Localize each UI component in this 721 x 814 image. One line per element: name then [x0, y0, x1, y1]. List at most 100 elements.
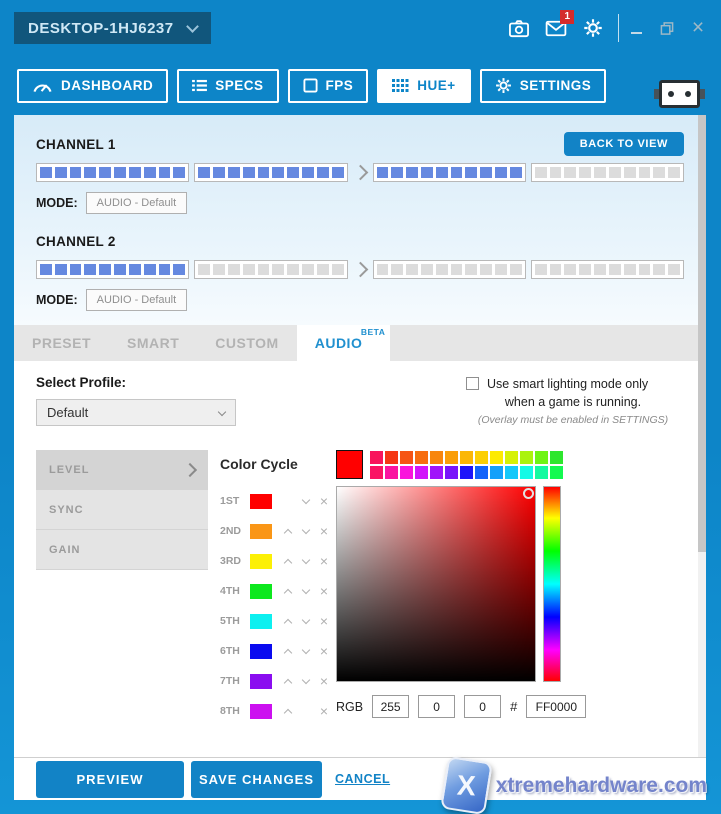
mode-tab-audio[interactable]: AUDIOBETA	[297, 325, 391, 361]
palette-swatch[interactable]	[475, 466, 488, 479]
tab-settings[interactable]: SETTINGS	[480, 69, 607, 103]
palette-swatch[interactable]	[430, 466, 443, 479]
remove-color-button[interactable]: ×	[315, 584, 333, 598]
palette-swatch[interactable]	[370, 451, 383, 464]
audio-menu-level[interactable]: LEVEL	[36, 450, 208, 490]
restore-button[interactable]	[660, 20, 674, 36]
led-strip[interactable]	[194, 260, 347, 279]
camera-icon[interactable]	[508, 17, 530, 39]
remove-color-button[interactable]: ×	[315, 524, 333, 538]
red-input[interactable]	[372, 695, 409, 718]
move-down-button[interactable]	[297, 589, 315, 593]
slot-color-swatch[interactable]	[250, 674, 272, 689]
hue-slider[interactable]	[543, 486, 561, 682]
move-down-button[interactable]	[297, 559, 315, 563]
green-input[interactable]	[418, 695, 455, 718]
mode-tab-preset[interactable]: PRESET	[14, 325, 109, 361]
palette-swatch[interactable]	[475, 451, 488, 464]
palette-swatch[interactable]	[400, 451, 413, 464]
device-selector[interactable]: DESKTOP-1HJ6237	[14, 12, 211, 44]
remove-color-button[interactable]: ×	[315, 614, 333, 628]
move-up-button[interactable]	[279, 677, 297, 686]
hex-input[interactable]	[526, 695, 586, 718]
palette-swatch[interactable]	[385, 466, 398, 479]
move-down-button[interactable]	[297, 499, 315, 503]
palette-swatch[interactable]	[460, 466, 473, 479]
remove-color-button[interactable]: ×	[315, 674, 333, 688]
close-button[interactable]: ×	[691, 20, 705, 36]
palette-swatch[interactable]	[520, 451, 533, 464]
led-strip[interactable]	[36, 260, 189, 279]
saturation-value-picker[interactable]	[336, 486, 536, 682]
remove-color-button[interactable]: ×	[315, 704, 333, 718]
led-strip[interactable]	[373, 163, 526, 182]
slot-color-swatch[interactable]	[250, 614, 272, 629]
slot-color-swatch[interactable]	[250, 494, 272, 509]
save-changes-button[interactable]: SAVE CHANGES	[191, 761, 322, 798]
slot-color-swatch[interactable]	[250, 644, 272, 659]
move-up-button[interactable]	[279, 587, 297, 596]
palette-swatch[interactable]	[415, 451, 428, 464]
slot-color-swatch[interactable]	[250, 704, 272, 719]
scrollbar-thumb[interactable]	[698, 115, 706, 552]
tab-fps[interactable]: FPS	[288, 69, 369, 103]
profile-dropdown[interactable]: Default	[36, 399, 236, 426]
tab-specs[interactable]: SPECS	[177, 69, 278, 103]
move-up-button[interactable]	[279, 527, 297, 536]
remove-color-button[interactable]: ×	[315, 494, 333, 508]
remove-color-button[interactable]: ×	[315, 644, 333, 658]
slot-color-swatch[interactable]	[250, 524, 272, 539]
move-down-button[interactable]	[297, 679, 315, 683]
palette-swatch[interactable]	[445, 451, 458, 464]
gear-icon[interactable]	[582, 17, 604, 39]
move-down-button[interactable]	[297, 649, 315, 653]
move-up-button[interactable]	[279, 557, 297, 566]
palette-swatch[interactable]	[505, 451, 518, 464]
palette-swatch[interactable]	[535, 451, 548, 464]
palette-swatch[interactable]	[445, 466, 458, 479]
palette-swatch[interactable]	[550, 451, 563, 464]
minimize-button[interactable]	[629, 20, 643, 36]
led-segment	[129, 167, 141, 178]
cancel-link[interactable]: CANCEL	[335, 772, 390, 786]
vertical-scrollbar[interactable]	[698, 115, 706, 757]
led-strip[interactable]	[36, 163, 189, 182]
move-up-button[interactable]	[279, 647, 297, 656]
led-strip[interactable]	[194, 163, 347, 182]
cam-bot-icon[interactable]	[654, 80, 705, 108]
move-up-button[interactable]	[279, 617, 297, 626]
tab-hue[interactable]: HUE+	[377, 69, 470, 103]
led-strip[interactable]	[531, 163, 684, 182]
palette-swatch[interactable]	[415, 466, 428, 479]
palette-swatch[interactable]	[490, 451, 503, 464]
led-strip[interactable]	[531, 260, 684, 279]
palette-swatch[interactable]	[385, 451, 398, 464]
palette-swatch[interactable]	[550, 466, 563, 479]
led-strip[interactable]	[373, 260, 526, 279]
smart-lighting-checkbox[interactable]	[466, 377, 479, 390]
palette-swatch[interactable]	[370, 466, 383, 479]
audio-menu-gain[interactable]: GAIN	[36, 530, 208, 570]
palette-swatch[interactable]	[400, 466, 413, 479]
preview-button[interactable]: PREVIEW	[36, 761, 184, 798]
mode-tab-custom[interactable]: CUSTOM	[197, 325, 296, 361]
mail-icon[interactable]: 1	[545, 17, 567, 39]
mode-tab-smart[interactable]: SMART	[109, 325, 197, 361]
slot-color-swatch[interactable]	[250, 584, 272, 599]
tab-dashboard[interactable]: DASHBOARD	[17, 69, 168, 103]
move-down-button[interactable]	[297, 619, 315, 623]
blue-input[interactable]	[464, 695, 501, 718]
sv-cursor[interactable]	[523, 488, 534, 499]
slot-color-swatch[interactable]	[250, 554, 272, 569]
palette-swatch[interactable]	[505, 466, 518, 479]
palette-swatch[interactable]	[430, 451, 443, 464]
remove-color-button[interactable]: ×	[315, 554, 333, 568]
move-up-button[interactable]	[279, 707, 297, 716]
move-down-button[interactable]	[297, 529, 315, 533]
palette-swatch[interactable]	[490, 466, 503, 479]
back-to-view-button[interactable]: BACK TO VIEW	[564, 132, 684, 156]
audio-menu-sync[interactable]: SYNC	[36, 490, 208, 530]
palette-swatch[interactable]	[460, 451, 473, 464]
palette-swatch[interactable]	[535, 466, 548, 479]
palette-swatch[interactable]	[520, 466, 533, 479]
